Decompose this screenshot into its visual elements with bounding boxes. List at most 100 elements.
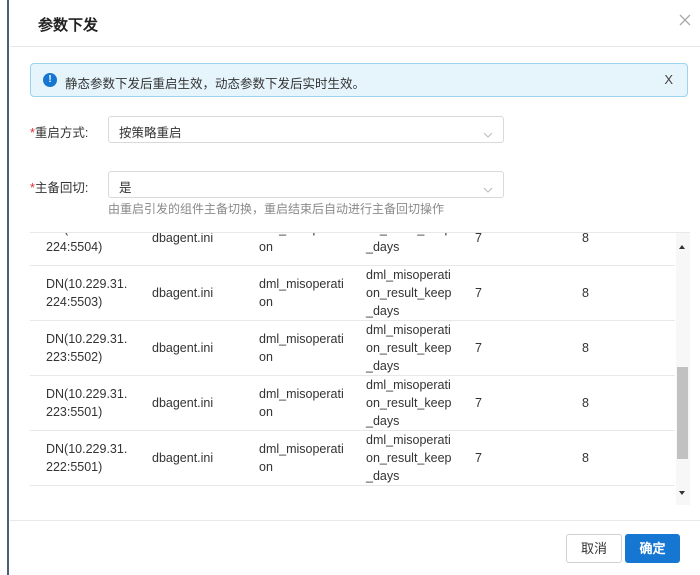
- parameter-name-cell: dml_misoperati on_result_keep _days: [366, 376, 461, 430]
- new-value-cell: 8: [582, 376, 642, 430]
- alert-text: 静态参数下发后重启生效，动态参数下发后实时生效。: [65, 77, 366, 91]
- restart-mode-label: *重启方式:: [30, 122, 88, 141]
- restart-mode-select[interactable]: 按策略重启: [108, 116, 504, 143]
- chevron-down-icon: [483, 126, 493, 144]
- cell-line: on: [259, 240, 273, 254]
- current-value-cell: 7: [475, 321, 535, 375]
- table-scrollbar[interactable]: [676, 233, 690, 505]
- parameter-name-cell-text: dml_misoperati on_result_keep _days: [366, 376, 451, 430]
- current-value-cell-text: 7: [475, 451, 482, 465]
- config-file-cell-text: dbagent.ini: [152, 451, 214, 465]
- config-file-cell-text: dbagent.ini: [152, 341, 214, 355]
- info-icon: !: [43, 73, 57, 87]
- parameter-section-cell: dml_misoperation: [259, 233, 359, 265]
- current-value-cell: 7: [475, 232, 535, 265]
- scroll-down-arrow-icon[interactable]: [679, 491, 685, 495]
- cell-line: DN(10.229.31.: [46, 387, 128, 401]
- parameter-name-cell-text: dml_misoperati on_result_keep _days: [366, 431, 451, 485]
- parameter-section-cell-text: dml_misoperation: [259, 233, 344, 256]
- chevron-down-icon: [483, 181, 493, 199]
- parameter-section-cell: dml_misoperation: [259, 321, 359, 375]
- confirm-button[interactable]: 确定: [625, 534, 680, 563]
- failback-hint: 由重启引发的组件主备切换，重启结束后自动进行主备回切操作: [108, 202, 445, 216]
- instance-cell-text: DN(10.229.31. 222:5501): [46, 440, 127, 476]
- cancel-button[interactable]: 取消: [566, 534, 622, 563]
- parameter-name-cell-text: dml_misoperati on_result_keep _days: [366, 321, 451, 375]
- config-file-cell-text: dbagent.ini: [152, 232, 214, 245]
- alert-close-button[interactable]: X: [664, 72, 673, 87]
- scrollbar-thumb[interactable]: [677, 367, 688, 459]
- parameter-name-cell-text: dml_misoperati on_result_keep _days: [366, 266, 451, 320]
- cell-line: 224:5504): [46, 240, 103, 254]
- cell-line: 224:5503): [46, 295, 103, 309]
- new-value-cell: 8: [582, 321, 642, 375]
- cell-line: dml_misoperati: [259, 387, 344, 401]
- new-value-cell-text: 8: [582, 286, 589, 300]
- dialog-title: 参数下发: [38, 17, 99, 34]
- config-file-cell: dbagent.ini: [152, 376, 252, 430]
- new-value-cell-text: 8: [582, 396, 589, 410]
- cell-line: on: [259, 295, 273, 309]
- config-file-cell: dbagent.ini: [152, 266, 252, 320]
- config-file-cell-text: dbagent.ini: [152, 286, 214, 300]
- cell-line: dml_misoperati: [259, 277, 344, 291]
- cell-line: _days: [366, 240, 400, 254]
- table-row: DN(10.229.31. 223:5502) dbagent.ini dml_mis…: [30, 321, 675, 376]
- current-value-cell-text: 7: [475, 232, 482, 245]
- cell-line: DN(10.229.31.: [46, 332, 128, 346]
- current-value-cell: [475, 486, 535, 505]
- new-value-cell: 8: [582, 431, 642, 485]
- parameter-section-cell: dml_misoperation: [259, 376, 359, 430]
- cell-line: dml_misoperati: [366, 268, 451, 282]
- instance-cell-text: DN(10.229.31. 224:5503): [46, 275, 127, 311]
- restart-mode-label-text: 重启方式:: [34, 126, 89, 140]
- cell-line: dml_misoperati: [366, 378, 451, 392]
- window-left-edge: [7, 0, 9, 575]
- parameter-section-cell-text: dml_misoperation: [259, 330, 344, 366]
- cell-line: DN(10.229.31.: [46, 442, 128, 456]
- restart-mode-value: 按策略重启: [119, 126, 182, 140]
- instance-cell-text: DN(10.229.31.224:5504): [46, 233, 127, 256]
- current-value-cell-text: 7: [475, 286, 482, 300]
- instance-cell-text: DN(10.229.31. 223:5501): [46, 385, 127, 421]
- failback-label: *主备回切:: [30, 177, 88, 196]
- current-value-cell: 7: [475, 431, 535, 485]
- current-value-cell: 7: [475, 266, 535, 320]
- parameter-name-cell-text: on_result_keep_days: [366, 233, 451, 256]
- current-value-cell-text: 7: [475, 396, 482, 410]
- parameter-section-cell-text: dml_misoperation: [259, 440, 344, 476]
- parameter-name-cell: dml_misoperati on_result_keep _days: [366, 431, 461, 485]
- cell-line: _days: [366, 359, 400, 373]
- new-value-cell-text: 8: [582, 451, 589, 465]
- config-file-cell: dbagent.ini: [152, 431, 252, 485]
- table-row: DN(10.229.31. 224:5503) dbagent.ini dml_mis…: [30, 266, 675, 321]
- parameter-section-cell: dml_misoperation: [259, 266, 359, 320]
- parameter-section-cell-text: dml_misoperation: [259, 275, 344, 311]
- new-value-cell-text: 8: [582, 232, 589, 245]
- failback-select[interactable]: 是: [108, 171, 504, 198]
- cell-line: _days: [366, 304, 400, 318]
- table-row: dml_misoperati: [30, 486, 675, 505]
- table-row: DN(10.229.31. 223:5501) dbagent.ini dml_mis…: [30, 376, 675, 431]
- parameter-table: DN(10.229.31.224:5504)dbagent.inidml_mis…: [30, 232, 690, 505]
- parameter-dispatch-dialog: 参数下发 ! 静态参数下发后重启生效，动态参数下发后实时生效。 X *重启方式:…: [10, 0, 700, 575]
- table-body: DN(10.229.31.224:5504)dbagent.inidml_mis…: [30, 232, 675, 505]
- config-file-cell-text: dbagent.ini: [152, 396, 214, 410]
- instance-cell-text: DN(10.229.31. 223:5502): [46, 330, 127, 366]
- cell-line: _days: [366, 414, 400, 428]
- cell-line: dml_misoperati: [366, 433, 451, 447]
- current-value-cell-text: 7: [475, 341, 482, 355]
- cell-line: 223:5502): [46, 350, 103, 364]
- info-alert: ! 静态参数下发后重启生效，动态参数下发后实时生效。 X: [30, 63, 688, 97]
- new-value-cell-text: 8: [582, 341, 589, 355]
- scroll-up-arrow-icon[interactable]: [679, 245, 685, 249]
- instance-cell: DN(10.229.31. 224:5503): [46, 266, 146, 320]
- parameter-name-cell: on_result_keep_days: [366, 233, 461, 265]
- close-icon[interactable]: [676, 11, 694, 29]
- cell-line: on_result_keep: [366, 396, 452, 410]
- cell-line: on_result_keep: [366, 286, 452, 300]
- new-value-cell: 8: [582, 232, 642, 265]
- new-value-cell: 8: [582, 266, 642, 320]
- cell-line: on: [259, 405, 273, 419]
- config-file-cell: [152, 486, 252, 505]
